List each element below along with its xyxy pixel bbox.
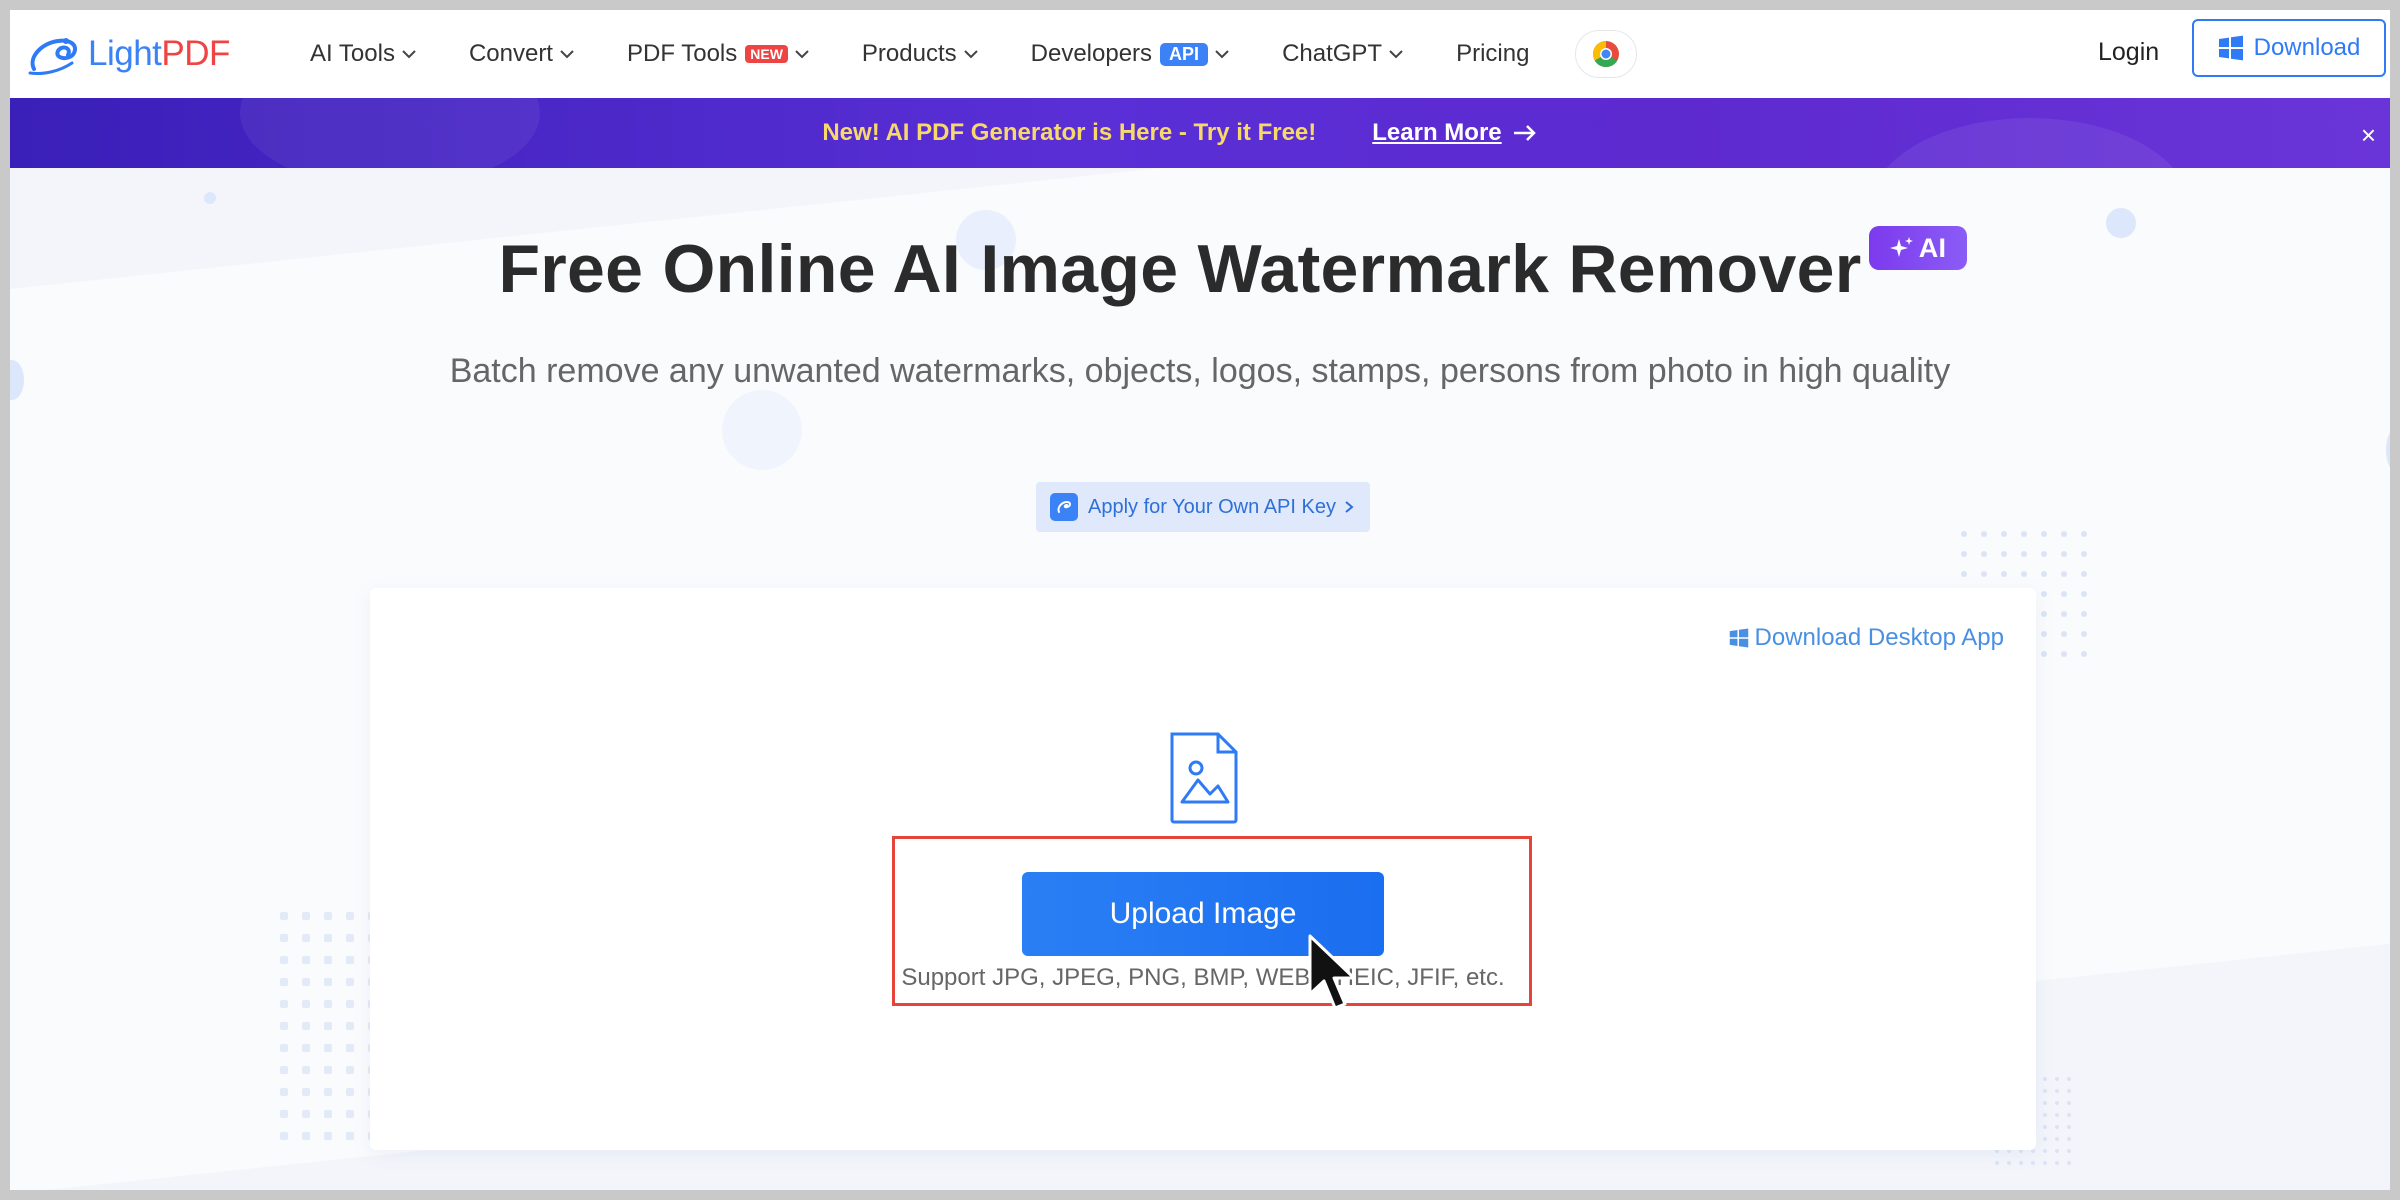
download-label: Download [2253,34,2361,61]
banner-close-button[interactable]: × [2361,120,2376,151]
promo-banner: New! AI PDF Generator is Here - Try it F… [10,98,2390,168]
nav-pdf-tools[interactable]: PDF Tools NEW [627,40,810,68]
login-link[interactable]: Login [2098,38,2159,67]
nav-ai-tools[interactable]: AI Tools [310,40,417,68]
nav-label: PDF Tools [626,40,738,67]
banner-glow [1870,118,2190,168]
api-key-icon [1050,493,1079,521]
sparkle-icon [1889,237,1913,257]
lightpdf-logo-icon [28,38,77,75]
chevron-down-icon [402,50,416,59]
chevron-right-icon [1345,501,1354,513]
nav-label: Convert [468,40,553,67]
api-badge: API [1160,42,1209,66]
main-nav: AI Tools Convert PDF Tools NEW Products … [310,10,1638,98]
nav-label: Products [861,40,957,67]
chevron-down-icon [1389,50,1403,59]
ai-badge-label: AI [1918,232,1947,263]
new-badge: NEW [745,45,788,63]
decor-dot [204,192,216,204]
page-title-text: Free Online AI Image Watermark Remover [498,231,1862,307]
chevron-down-icon [795,50,809,59]
image-file-icon [1170,732,1238,824]
api-key-link[interactable]: Apply for Your Own API Key [1036,482,1370,532]
nav-chatgpt[interactable]: ChatGPT [1282,40,1404,68]
nav-products[interactable]: Products [862,40,979,68]
banner-text: New! AI PDF Generator is Here - Try it F… [822,119,1317,146]
ai-badge: AI [1868,226,1967,270]
download-desktop-app-link[interactable]: Download Desktop App [1729,624,2005,652]
nav-label: ChatGPT [1282,40,1383,67]
top-navbar: LightPDF AI Tools Convert PDF Tools NEW … [10,10,2390,98]
chevron-down-icon [963,50,978,59]
api-key-label: Apply for Your Own API Key [1088,495,1336,518]
highlight-box [892,836,1532,1006]
windows-icon [1729,628,1748,648]
page-title: Free Online AI Image Watermark Remover A… [10,226,2390,308]
arrow-right-icon [1513,125,1536,141]
chrome-icon [1593,40,1620,68]
nav-label: AI Tools [310,40,395,67]
learn-more-label: Learn More [1372,119,1502,146]
windows-icon [2218,35,2243,61]
chevron-down-icon [1215,50,1229,59]
mouse-cursor-icon [1308,934,1356,1010]
brand-logo[interactable]: LightPDF [24,24,264,84]
download-button[interactable]: Download [2192,19,2386,77]
nav-label: Pricing [1456,40,1530,67]
brand-name: LightPDF [88,34,230,73]
nav-convert[interactable]: Convert [469,40,575,68]
chevron-down-icon [560,50,574,59]
nav-developers[interactable]: Developers API [1031,40,1230,68]
chrome-extension-button[interactable] [1575,30,1638,78]
banner-glow [240,98,540,168]
nav-label: Developers [1030,40,1153,67]
nav-pricing[interactable]: Pricing [1456,40,1529,68]
page-subtitle: Batch remove any unwanted watermarks, ob… [449,352,1951,390]
learn-more-link[interactable]: Learn More [1372,119,1537,147]
desktop-link-label: Download Desktop App [1754,624,2005,651]
page: LightPDF AI Tools Convert PDF Tools NEW … [10,10,2390,1190]
decor-dot [722,390,802,470]
